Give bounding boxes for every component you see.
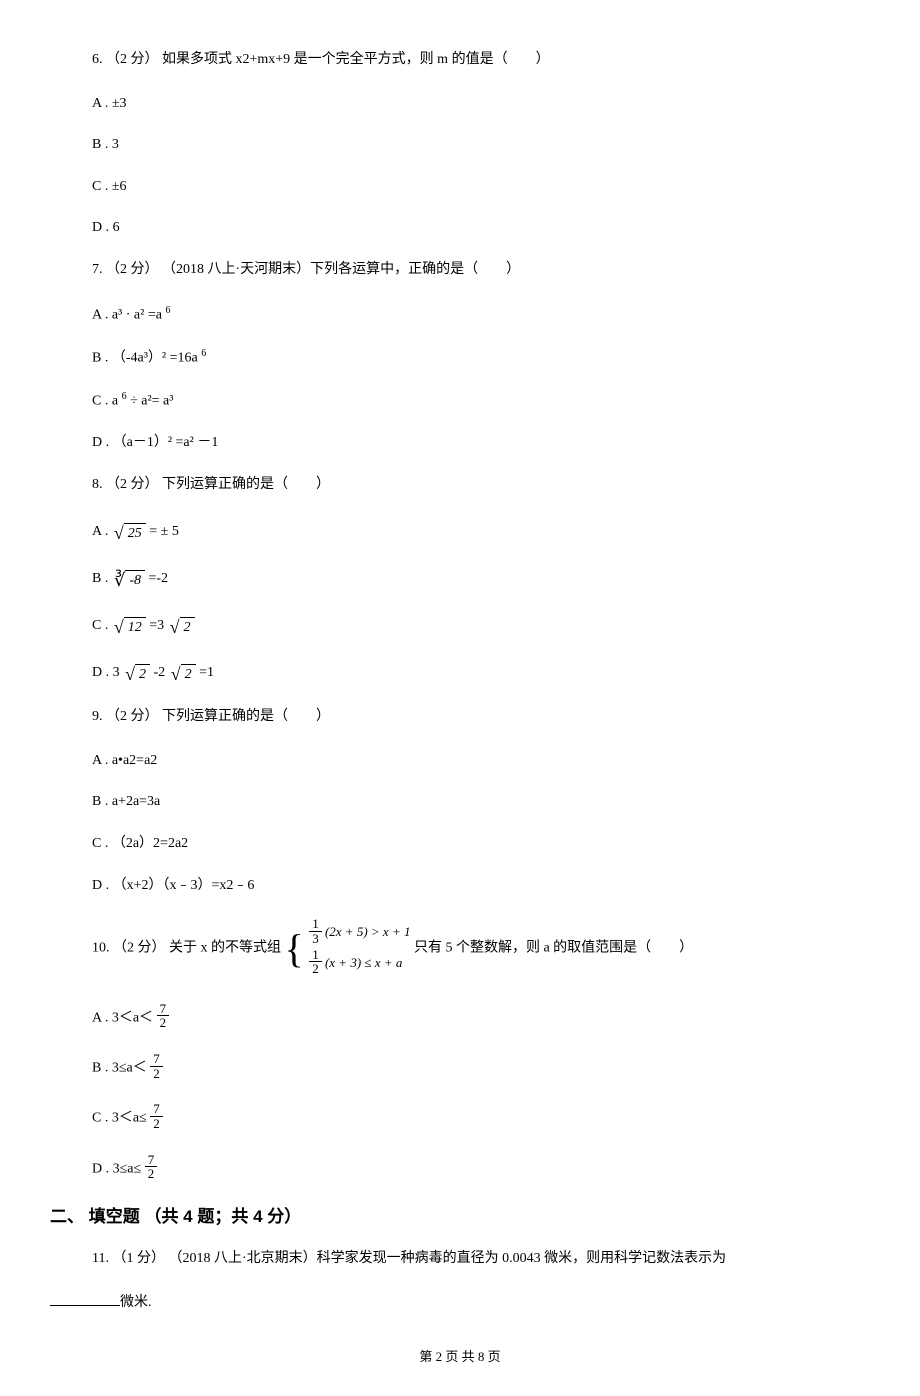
q7-option-c: C . a 6 ÷ a²= a³ [92,390,870,411]
q8-a-pre: A . [92,523,112,538]
section-2-title: 二、 填空题 （共 4 题；共 4 分） [50,1205,870,1229]
q8-b-pre: B . [92,571,112,586]
q8-option-a: A . 25 = ± 5 [92,519,870,544]
q8-d-rad2: 2 [181,664,196,685]
q10-b-pre: B . 3≤a＜ [92,1060,150,1075]
q11-body: 11. （1 分） （2018 八上·北京期末）科学家发现一种病毒的直径为 0.… [92,1251,726,1266]
q10-c-pre: C . 3＜a≤ [92,1111,150,1126]
q8-option-d: D . 3 2 -2 2 =1 [92,660,870,685]
q8-c-pre: C . [92,618,112,633]
inequality-system: { 13 (2x + 5) > x + 1 12 (x + 3) ≤ x + a [285,917,411,980]
frac-num: 7 [157,1002,170,1016]
frac-num: 7 [145,1153,158,1167]
frac-den: 2 [150,1066,163,1081]
sqrt-icon: 25 [114,519,146,544]
q8-c-rad: 12 [124,617,146,638]
brace-icon: { [285,933,304,965]
q8-a-rad: 25 [124,523,146,544]
q10-a-pre: A . 3＜a＜ [92,1010,157,1025]
q8-d-post: =1 [199,665,214,680]
q9-option-d: D . （x+2）（x﹣3）=x2﹣6 [92,876,870,896]
frac-den: 2 [309,961,322,976]
frac-den: 3 [309,931,322,946]
q8-c-mid: =3 [149,618,164,633]
sqrt-icon: 2 [125,660,150,685]
q11-text: 11. （1 分） （2018 八上·北京期末）科学家发现一种病毒的直径为 0.… [92,1249,870,1269]
q7-option-b: B . （-4a³）² =16a 6 [92,347,870,368]
ineq2-expr: (x + 3) ≤ x + a [325,955,402,970]
q10-post: 只有 5 个整数解，则 a 的取值范围是（ ） [414,941,693,956]
frac-num: 7 [150,1052,163,1066]
q8-d-mid: -2 [154,665,166,680]
page-footer: 第 2 页 共 8 页 [50,1348,870,1366]
q9-option-b: B . a+2a=3a [92,792,870,812]
ineq-line2: 12 (x + 3) ≤ x + a [309,950,410,978]
fraction: 72 [157,1002,170,1030]
q8-a-post: = ± 5 [149,523,179,538]
sqrt-icon: 2 [170,613,195,638]
q6-option-b: B . 3 [92,135,870,155]
q10-pre: 10. （2 分） 关于 x 的不等式组 [92,941,285,956]
fraction: 12 [309,948,322,976]
frac-den: 2 [150,1116,163,1131]
fraction: 72 [145,1153,158,1181]
q10-d-pre: D . 3≤a≤ [92,1161,145,1176]
q10-option-d: D . 3≤a≤ 72 [92,1155,870,1183]
q7-a-pre: A . a³ · a² =a [92,307,165,322]
cuberoot-icon: -8 [114,566,145,591]
fill-blank[interactable] [50,1292,120,1306]
frac-num: 7 [150,1102,163,1116]
q8-b-rad: -8 [125,570,145,591]
q7-b-pre: B . （-4a³）² =16a [92,350,201,365]
q10-option-b: B . 3≤a＜ 72 [92,1054,870,1082]
q10-option-a: A . 3＜a＜ 72 [92,1004,870,1032]
q8-d-rad1: 2 [135,664,150,685]
q7-option-d: D . （a－1）² =a² －1 [92,433,870,453]
frac-num: 1 [309,917,322,931]
q6-option-d: D . 6 [92,218,870,238]
sqrt-icon: 2 [171,660,196,685]
ineq1-expr: (2x + 5) > x + 1 [325,924,411,939]
q7-c-pre: C . a [92,394,122,409]
q11-blank-row: 微米. [50,1292,870,1313]
q10-option-c: C . 3＜a≤ 72 [92,1104,870,1132]
q7-text: 7. （2 分） （2018 八上·天河期末）下列各运算中，正确的是（ ） [92,260,870,280]
q8-d-pre: D . 3 [92,665,120,680]
frac-den: 2 [157,1015,170,1030]
sqrt-icon: 12 [114,613,146,638]
fraction: 72 [150,1102,163,1130]
q9-text: 9. （2 分） 下列运算正确的是（ ） [92,707,870,727]
q8-option-c: C . 12 =3 2 [92,613,870,638]
q7-b-sup: 6 [201,348,206,359]
q9-option-c: C . （2a）2=2a2 [92,834,870,854]
fraction: 13 [309,917,322,945]
q6-option-a: A . ±3 [92,94,870,114]
ineq-line1: 13 (2x + 5) > x + 1 [309,919,410,947]
q11-unit: 微米. [120,1295,152,1310]
frac-num: 1 [309,948,322,962]
q8-c-rad2: 2 [180,617,195,638]
q7-option-a: A . a³ · a² =a 6 [92,304,870,325]
fraction: 72 [150,1052,163,1080]
q8-option-b: B . -8 =-2 [92,566,870,591]
q9-option-a: A . a•a2=a2 [92,751,870,771]
q7-a-sup: 6 [165,305,170,316]
q6-option-c: C . ±6 [92,177,870,197]
frac-den: 2 [145,1166,158,1181]
q7-c-post: ÷ a²= a³ [127,394,174,409]
q8-b-post: =-2 [149,571,169,586]
q8-text: 8. （2 分） 下列运算正确的是（ ） [92,475,870,495]
q6-text: 6. （2 分） 如果多项式 x2+mx+9 是一个完全平方式，则 m 的值是（… [92,50,870,70]
q10-text: 10. （2 分） 关于 x 的不等式组 { 13 (2x + 5) > x +… [92,917,870,980]
